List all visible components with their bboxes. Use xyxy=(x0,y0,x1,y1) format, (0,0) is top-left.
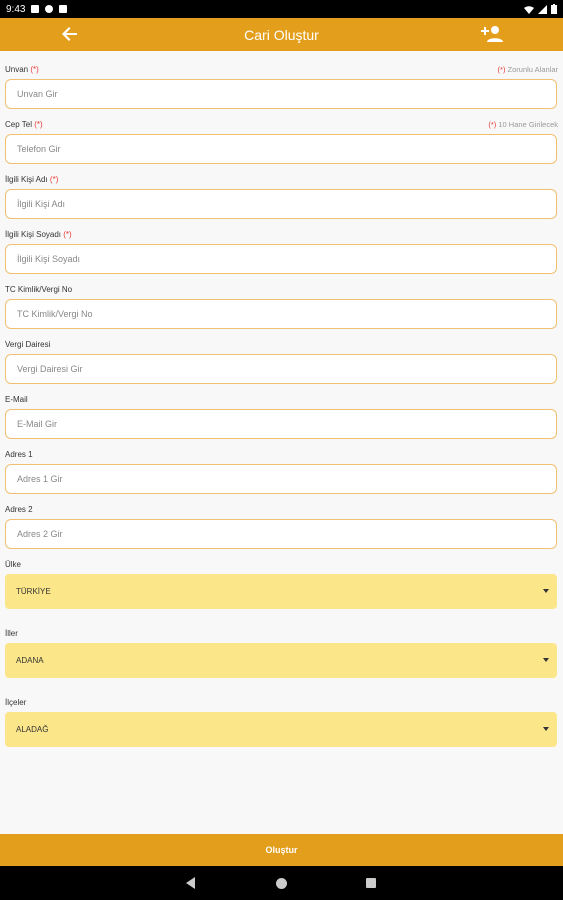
field-label-text: İlgili Kişi Adı xyxy=(5,175,48,184)
field-label: İlgili Kişi Soyadı (*) xyxy=(5,230,72,239)
field-label: Unvan (*) xyxy=(5,65,39,74)
field-label-text: Unvan xyxy=(5,65,29,74)
app-bar: Cari Oluştur xyxy=(0,18,563,51)
caret-down-icon xyxy=(543,727,549,731)
notification-icon xyxy=(31,5,40,13)
text-input[interactable] xyxy=(5,354,557,384)
field-label: TC Kimlik/Vergi No xyxy=(5,285,72,294)
field-label-text: Cep Tel xyxy=(5,120,32,129)
field-label: E-Mail xyxy=(5,395,28,404)
system-nav-bar xyxy=(0,866,563,900)
arrow-left-icon[interactable] xyxy=(60,24,80,44)
field-note-text: 10 Hane Girilecek xyxy=(498,120,558,129)
required-mark: (*) xyxy=(63,230,72,239)
notification-icon xyxy=(45,5,54,13)
field-label: İlgili Kişi Adı (*) xyxy=(5,175,58,184)
text-input[interactable] xyxy=(5,79,557,109)
field-label: Adres 2 xyxy=(5,505,33,514)
select-label: Ülke xyxy=(5,560,22,569)
required-mark: (*) xyxy=(488,120,497,129)
required-mark: (*) xyxy=(30,65,39,74)
required-mark: (*) xyxy=(34,120,43,129)
select-label: İlçeler xyxy=(5,698,27,707)
notification-icon xyxy=(59,5,68,13)
field-label-text: Adres 2 xyxy=(5,505,33,514)
field-note: (*) Zorunlu Alanlar xyxy=(498,65,558,74)
required-mark: (*) xyxy=(497,65,506,74)
field-label-text: TC Kimlik/Vergi No xyxy=(5,285,73,294)
field-label: Adres 1 xyxy=(5,450,33,459)
field-label: Cep Tel (*) xyxy=(5,120,43,129)
wifi-icon xyxy=(524,5,534,14)
field-label-text: İlgili Kişi Soyadı xyxy=(5,230,62,239)
caret-down-icon xyxy=(543,589,549,593)
create-button[interactable]: Oluştur xyxy=(0,834,563,866)
status-bar: 9:43 xyxy=(0,0,563,18)
field-note-text: Zorunlu Alanlar xyxy=(507,65,558,74)
field-label-text: Vergi Dairesi xyxy=(5,340,51,349)
text-input[interactable] xyxy=(5,244,557,274)
field-note: (*) 10 Hane Girilecek xyxy=(488,120,558,129)
dropdown-select[interactable]: ALADAĞ xyxy=(5,712,557,747)
text-input[interactable] xyxy=(5,409,557,439)
field-label-text: E-Mail xyxy=(5,395,28,404)
text-input[interactable] xyxy=(5,519,557,549)
add-person-icon[interactable] xyxy=(481,24,503,44)
page-title: Cari Oluştur xyxy=(244,26,319,43)
field-label-text: Adres 1 xyxy=(5,450,33,459)
dropdown-select[interactable]: TÜRKİYE xyxy=(5,574,557,609)
dropdown-value: ADANA xyxy=(16,656,44,665)
dropdown-select[interactable]: ADANA xyxy=(5,643,557,678)
field-label: Vergi Dairesi xyxy=(5,340,50,349)
text-input[interactable] xyxy=(5,189,557,219)
nav-home-icon[interactable] xyxy=(276,878,287,889)
caret-down-icon xyxy=(543,658,549,662)
text-input[interactable] xyxy=(5,134,557,164)
text-input[interactable] xyxy=(5,299,557,329)
text-input[interactable] xyxy=(5,464,557,494)
dropdown-value: ALADAĞ xyxy=(16,725,49,734)
required-mark: (*) xyxy=(49,175,59,184)
nav-back-icon[interactable] xyxy=(186,877,195,889)
status-time: 9:43 xyxy=(6,3,26,15)
select-label: İller xyxy=(5,629,18,638)
battery-icon xyxy=(551,4,557,14)
nav-recent-icon[interactable] xyxy=(366,878,376,888)
dropdown-value: TÜRKİYE xyxy=(16,587,51,596)
signal-icon xyxy=(538,4,547,14)
